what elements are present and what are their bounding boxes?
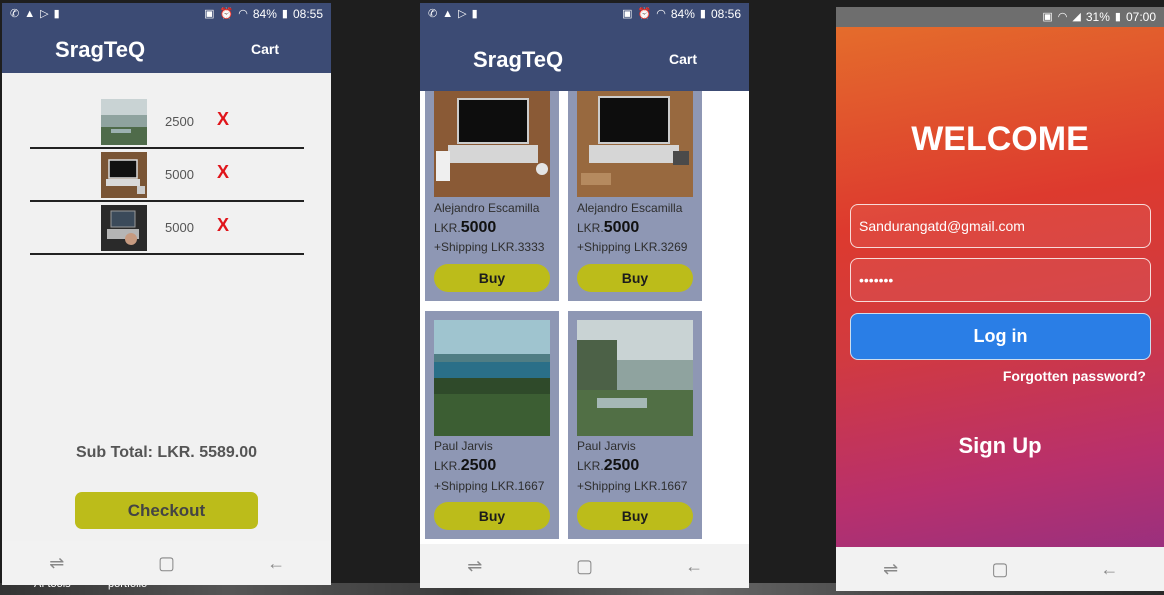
back-icon[interactable]: ← (264, 553, 288, 573)
cart-link[interactable]: Cart (669, 51, 697, 67)
buy-button[interactable]: Buy (577, 264, 693, 292)
product-image (577, 320, 693, 436)
battery-icon: ▮ (1114, 10, 1121, 23)
product-card[interactable]: Paul Jarvis LKR.2500 +Shipping LKR.1667 … (425, 311, 559, 539)
email-value: Sandurangatd@gmail.com (859, 218, 1025, 234)
cart-item-thumbnail (101, 205, 147, 251)
play-store-icon: ▷ (458, 7, 467, 20)
cart-item-thumbnail (101, 99, 147, 145)
password-field[interactable]: ••••••• (850, 258, 1151, 302)
warning-icon: ▲ (24, 7, 36, 20)
cast-icon: ▣ (1042, 10, 1053, 23)
product-card[interactable]: Paul Jarvis LKR.2500 +Shipping LKR.1667 … (568, 311, 702, 539)
buy-button[interactable]: Buy (434, 264, 550, 292)
status-bar: ✆ ▲ ▷ ▮ ▣ ⏰ ◠ 84% ▮ 08:56 (420, 3, 749, 25)
alarm-icon: ⏰ (637, 7, 652, 20)
remove-item-button[interactable]: X (217, 162, 229, 183)
cast-icon: ▣ (622, 7, 633, 20)
buy-button[interactable]: Buy (434, 502, 550, 530)
cart-link[interactable]: Cart (251, 41, 279, 57)
system-nav-bar: ⇌ ▢ ← (420, 544, 749, 588)
product-image (577, 91, 693, 197)
app-bar: SragTeQ Cart (2, 25, 331, 73)
battery-icon: ▮ (699, 7, 706, 20)
product-author: Alejandro Escamilla (434, 201, 540, 215)
home-icon[interactable]: ▢ (154, 553, 178, 573)
product-price: LKR.5000 (577, 219, 640, 236)
status-bar: ✆ ▲ ▷ ▮ ▣ ⏰ ◠ 84% ▮ 08:55 (2, 3, 331, 25)
product-price: LKR.5000 (434, 219, 497, 236)
sd-card-icon: ▮ (53, 7, 60, 20)
shop-screen: ✆ ▲ ▷ ▮ ▣ ⏰ ◠ 84% ▮ 08:56 SragTeQ Cart A… (420, 3, 749, 588)
cart-screen: ✆ ▲ ▷ ▮ ▣ ⏰ ◠ 84% ▮ 08:55 SragTeQ Cart 2… (2, 3, 331, 585)
alarm-icon: ⏰ (219, 7, 234, 20)
remove-item-button[interactable]: X (217, 109, 229, 130)
system-nav-bar: ⇌ ▢ ← (836, 547, 1164, 591)
wifi-icon: ◠ (238, 7, 248, 20)
product-author: Paul Jarvis (577, 439, 636, 453)
home-icon[interactable]: ▢ (572, 556, 596, 576)
login-button[interactable]: Log in (850, 313, 1151, 360)
cart-item-price: 5000 (165, 167, 194, 182)
app-title: SragTeQ (55, 37, 146, 62)
email-field[interactable]: Sandurangatd@gmail.com (850, 204, 1151, 248)
back-icon[interactable]: ← (1097, 559, 1121, 579)
clock: 08:56 (710, 7, 741, 21)
remove-item-button[interactable]: X (217, 215, 229, 236)
forgot-password-link[interactable]: Forgotten password? (1003, 368, 1146, 384)
product-author: Alejandro Escamilla (577, 201, 683, 215)
wifi-icon: ◠ (1057, 10, 1068, 23)
clock: 08:55 (292, 7, 323, 21)
product-shipping: +Shipping LKR.3333 (434, 240, 545, 254)
sd-card-icon: ▮ (471, 7, 478, 20)
login-screen: ▣ ◠ ◢ 31% ▮ 07:00 WELCOME Sandurangatd@g… (836, 7, 1164, 591)
cart-item: 5000 X (30, 150, 304, 202)
system-nav-bar: ⇌ ▢ ← (2, 541, 331, 585)
signup-link[interactable]: Sign Up (836, 433, 1164, 459)
subtotal-text: Sub Total: LKR. 5589.00 (75, 444, 258, 461)
app-title: SragTeQ (473, 47, 564, 72)
product-shipping: +Shipping LKR.1667 (434, 479, 545, 493)
cart-item: 2500 X (30, 97, 304, 149)
recent-apps-icon[interactable]: ⇌ (45, 553, 69, 573)
warning-icon: ▲ (442, 7, 454, 20)
app-bar: SragTeQ Cart (420, 25, 749, 91)
welcome-heading: WELCOME (911, 120, 1089, 158)
cart-item: 5000 X (30, 203, 304, 255)
product-price: LKR.2500 (434, 457, 497, 474)
home-icon[interactable]: ▢ (988, 559, 1012, 579)
cart-item-thumbnail (101, 152, 147, 198)
battery-level: 31% (1085, 10, 1110, 24)
cast-icon: ▣ (204, 7, 215, 20)
whatsapp-icon: ✆ (10, 7, 20, 20)
product-card[interactable]: Alejandro Escamilla LKR.5000 +Shipping L… (568, 91, 702, 301)
cart-item-price: 2500 (165, 114, 194, 129)
product-price: LKR.2500 (577, 457, 640, 474)
product-card[interactable]: Alejandro Escamilla LKR.5000 +Shipping L… (425, 91, 559, 301)
battery-level: 84% (252, 7, 277, 21)
back-icon[interactable]: ← (682, 556, 706, 576)
cart-item-price: 5000 (165, 220, 194, 235)
checkout-button[interactable]: Checkout (75, 492, 258, 529)
whatsapp-icon: ✆ (428, 7, 438, 20)
clock: 07:00 (1125, 10, 1156, 24)
product-author: Paul Jarvis (434, 439, 493, 453)
product-shipping: +Shipping LKR.3269 (577, 240, 688, 254)
password-value: ••••••• (859, 272, 894, 288)
wifi-icon: ◠ (656, 7, 666, 20)
recent-apps-icon[interactable]: ⇌ (879, 559, 903, 579)
signal-icon: ◢ (1072, 10, 1081, 23)
battery-level: 84% (670, 7, 695, 21)
buy-button[interactable]: Buy (577, 502, 693, 530)
status-bar: ▣ ◠ ◢ 31% ▮ 07:00 (836, 7, 1164, 27)
product-shipping: +Shipping LKR.1667 (577, 479, 688, 493)
recent-apps-icon[interactable]: ⇌ (463, 556, 487, 576)
battery-icon: ▮ (281, 7, 288, 20)
product-image (434, 91, 550, 197)
product-image (434, 320, 550, 436)
play-store-icon: ▷ (40, 7, 49, 20)
